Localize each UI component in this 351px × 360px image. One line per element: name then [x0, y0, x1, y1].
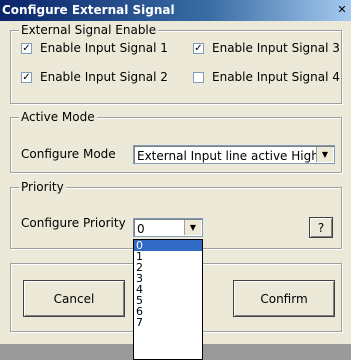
- cancel-button[interactable]: Cancel: [23, 280, 125, 317]
- priority-group-title: Priority: [19, 180, 66, 194]
- configure-priority-value: 0: [137, 222, 145, 236]
- signal-enable-group-title: External Signal Enable: [19, 23, 159, 37]
- confirm-button-label: Confirm: [260, 291, 308, 306]
- checkbox-box[interactable]: ✓: [21, 42, 32, 54]
- checkbox-signal-2[interactable]: ✓ Enable Input Signal 2: [21, 70, 168, 84]
- checkbox-label: Enable Input Signal 3: [212, 41, 340, 55]
- checkbox-box[interactable]: [193, 71, 204, 83]
- priority-option[interactable]: 7: [134, 317, 202, 328]
- checkbox-label: Enable Input Signal 4: [212, 70, 340, 84]
- checkbox-label: Enable Input Signal 1: [40, 41, 168, 55]
- help-button[interactable]: ?: [309, 217, 333, 238]
- configure-priority-select[interactable]: 0 ▼: [133, 218, 203, 237]
- priority-option[interactable]: 5: [134, 295, 202, 306]
- configure-priority-label: Configure Priority: [21, 216, 126, 230]
- checkbox-box[interactable]: ✓: [21, 71, 32, 83]
- priority-option[interactable]: 1: [134, 251, 202, 262]
- title-bar[interactable]: Configure External Signal ✕: [0, 0, 351, 21]
- priority-option[interactable]: 4: [134, 284, 202, 295]
- window-title: Configure External Signal: [2, 3, 175, 17]
- configure-mode-select[interactable]: External Input line active High ▼: [133, 145, 335, 164]
- confirm-button[interactable]: Confirm: [233, 280, 335, 317]
- priority-option[interactable]: 0: [134, 240, 202, 251]
- checkbox-signal-1[interactable]: ✓ Enable Input Signal 1: [21, 41, 168, 55]
- cancel-button-label: Cancel: [53, 291, 95, 306]
- priority-option[interactable]: 3: [134, 273, 202, 284]
- configure-mode-label: Configure Mode: [21, 147, 116, 161]
- active-mode-group-title: Active Mode: [19, 110, 97, 124]
- checkbox-label: Enable Input Signal 2: [40, 70, 168, 84]
- priority-option[interactable]: 2: [134, 262, 202, 273]
- checkbox-box[interactable]: ✓: [193, 42, 204, 54]
- checkbox-signal-3[interactable]: ✓ Enable Input Signal 3: [193, 41, 340, 55]
- priority-option[interactable]: 6: [134, 306, 202, 317]
- help-button-label: ?: [317, 220, 325, 235]
- checkbox-signal-4[interactable]: Enable Input Signal 4: [193, 70, 340, 84]
- close-icon[interactable]: ✕: [335, 3, 349, 17]
- priority-dropdown-list: 01234567: [133, 239, 203, 360]
- chevron-down-icon[interactable]: ▼: [316, 147, 333, 162]
- configure-mode-value: External Input line active High: [137, 149, 319, 163]
- chevron-down-icon[interactable]: ▼: [184, 220, 201, 235]
